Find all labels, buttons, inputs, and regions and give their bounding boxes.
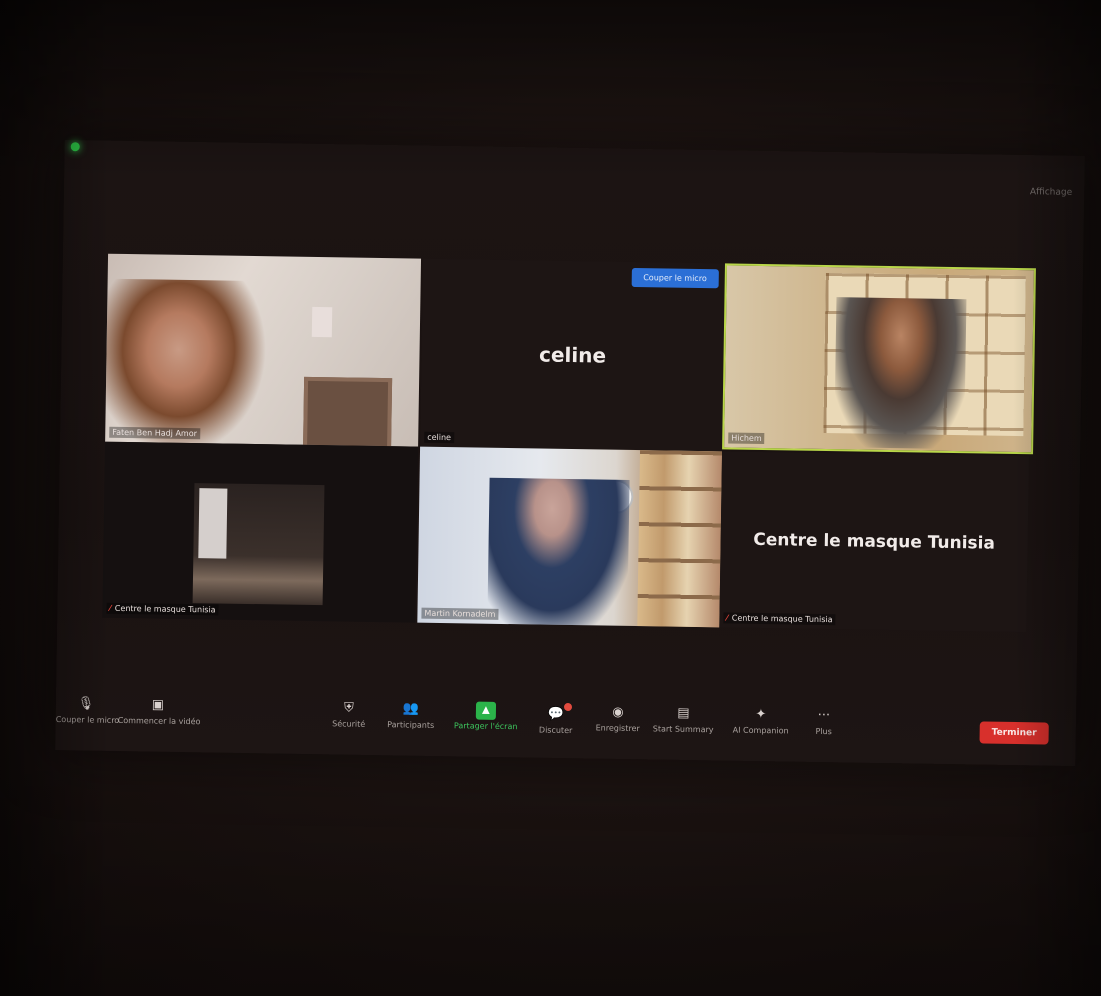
wall-light <box>311 306 333 338</box>
end-meeting-button[interactable]: Terminer <box>979 721 1049 745</box>
security-button[interactable]: ⛨ Sécurité <box>324 699 374 729</box>
share-screen-icon: ▲ <box>475 701 497 720</box>
participant-video <box>834 297 967 450</box>
video-tile-celine[interactable]: Couper le micro celine celine <box>420 258 725 452</box>
start-video-button[interactable]: ▣ Commencer la vidéo <box>118 696 201 726</box>
view-toggle[interactable]: Affichage <box>1030 187 1072 198</box>
mute-participant-button[interactable]: Couper le micro <box>631 267 719 289</box>
ai-sparkle-icon: ✦ <box>755 706 767 723</box>
shield-icon: ⛨ <box>343 700 354 716</box>
participant-display-name: celine <box>538 342 607 368</box>
microphone-icon: 🎙 <box>77 696 95 712</box>
background-window <box>302 376 393 447</box>
unread-badge <box>563 702 573 712</box>
mute-button[interactable]: 🎙 Couper le micro <box>56 695 120 725</box>
projected-zoom-screen: Affichage Faten Ben Hadj Amor Couper le … <box>55 140 1085 766</box>
participants-icon: 👥 <box>402 701 420 717</box>
participant-display-name: Centre le masque Tunisia <box>753 529 996 554</box>
video-tile-centre-masque-1[interactable]: ⁄ Centre le masque Tunisia <box>102 441 419 623</box>
meeting-toolbar: 🎙 Couper le micro ▣ Commencer la vidéo ⛨… <box>55 695 1076 761</box>
muted-mic-icon: ⁄ <box>109 603 111 613</box>
participant-video <box>105 278 268 447</box>
participant-name: Faten Ben Hadj Amor <box>109 426 201 440</box>
participant-video <box>487 477 630 628</box>
video-tile-hichem-active-speaker[interactable]: Hichem <box>722 263 1036 455</box>
share-screen-button[interactable]: ▲ Partager l'écran <box>451 701 521 731</box>
start-summary-button[interactable]: ▤ Start Summary <box>651 704 716 735</box>
participants-button[interactable]: 👥 Participants <box>381 700 441 730</box>
video-tile-faten[interactable]: Faten Ben Hadj Amor <box>105 253 422 447</box>
video-tile-martin[interactable]: Martin Kornadelm <box>417 446 723 628</box>
bookshelf-background <box>637 450 723 628</box>
participant-name: ⁄ Centre le masque Tunisia <box>106 602 219 616</box>
monitor-in-video <box>198 488 228 559</box>
more-button[interactable]: ··· Plus <box>804 707 844 737</box>
summary-icon: ▤ <box>677 705 690 721</box>
participant-name: Hichem <box>728 432 765 445</box>
more-icon: ··· <box>817 707 831 724</box>
record-button[interactable]: ◉ Enregistrer <box>588 703 648 733</box>
muted-mic-icon: ⁄ <box>726 613 728 623</box>
camera-indicator-light <box>70 142 80 152</box>
video-tile-centre-masque-2[interactable]: Centre le masque Tunisia ⁄ Centre le masq… <box>719 451 1030 633</box>
chat-icon: 💬 <box>546 702 573 724</box>
participant-name: celine <box>424 431 455 444</box>
record-icon: ◉ <box>612 704 624 720</box>
ai-companion-button[interactable]: ✦ AI Companion <box>726 705 796 736</box>
participant-name: ⁄ Centre le masque Tunisia <box>723 612 836 626</box>
chat-button[interactable]: 💬 Discuter <box>531 702 581 735</box>
video-off-icon: ▣ <box>151 697 165 713</box>
participant-name: Martin Kornadelm <box>421 607 499 620</box>
